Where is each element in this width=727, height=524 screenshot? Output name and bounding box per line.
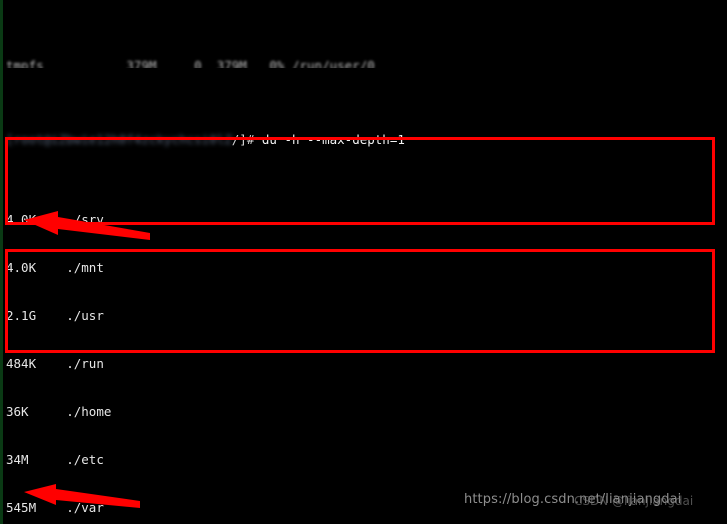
watermark-logo: CSDN @lianjiangdai <box>574 494 694 508</box>
listing-size: 36K <box>6 404 29 419</box>
listing-gap <box>36 356 66 371</box>
listing-size: 484K <box>6 356 37 371</box>
listing-size: 4.0K <box>6 260 37 275</box>
listing-path: ./run <box>66 356 104 371</box>
prompt-path: /]# <box>231 132 255 147</box>
terminal-window[interactable]: tmpfs 379M 0 379M 0% /run/user/0 [root@i… <box>0 0 727 524</box>
listing-path: ./home <box>66 404 112 419</box>
listing-size: 2.1G <box>6 308 37 323</box>
listing-path: ./mnt <box>66 260 104 275</box>
command-text: du -h --max-depth=1 <box>261 132 405 147</box>
listing-gap <box>29 452 67 467</box>
listing-size: 4.0K <box>6 212 37 227</box>
df-tail-line: tmpfs 379M 0 379M 0% /run/user/0 <box>6 58 727 68</box>
listing-gap <box>36 500 66 515</box>
listing-row: 4.0K ./mnt <box>6 260 727 276</box>
listing-gap <box>29 404 67 419</box>
listing-row: 2.1G ./usr <box>6 308 727 324</box>
listing-row: 34M ./etc <box>6 452 727 468</box>
listing-path: ./var <box>66 500 104 515</box>
listing-gap <box>36 212 66 227</box>
listing-path: ./etc <box>66 452 104 467</box>
prompt-host: [root@iZbwie12h8f4zckychcsi0lZ <box>6 132 232 147</box>
listing-gap <box>36 260 66 275</box>
listing-path: ./usr <box>66 308 104 323</box>
command-prompt-line: [root@iZbwie12h8f4zckychcsi0lZ/]# du -h … <box>6 132 727 148</box>
listing-row: 36K ./home <box>6 404 727 420</box>
listing-path: ./srv <box>66 212 104 227</box>
listing-gap <box>36 308 66 323</box>
listing-size: 545M <box>6 500 37 515</box>
df-tail-text: tmpfs 379M 0 379M 0% /run/user/0 <box>6 58 375 68</box>
listing-row: 484K ./run <box>6 356 727 372</box>
listing-row: 4.0K ./srv <box>6 212 727 228</box>
terminal-console-output[interactable]: tmpfs 379M 0 379M 0% /run/user/0 [root@i… <box>0 0 727 524</box>
listing-size: 34M <box>6 452 29 467</box>
